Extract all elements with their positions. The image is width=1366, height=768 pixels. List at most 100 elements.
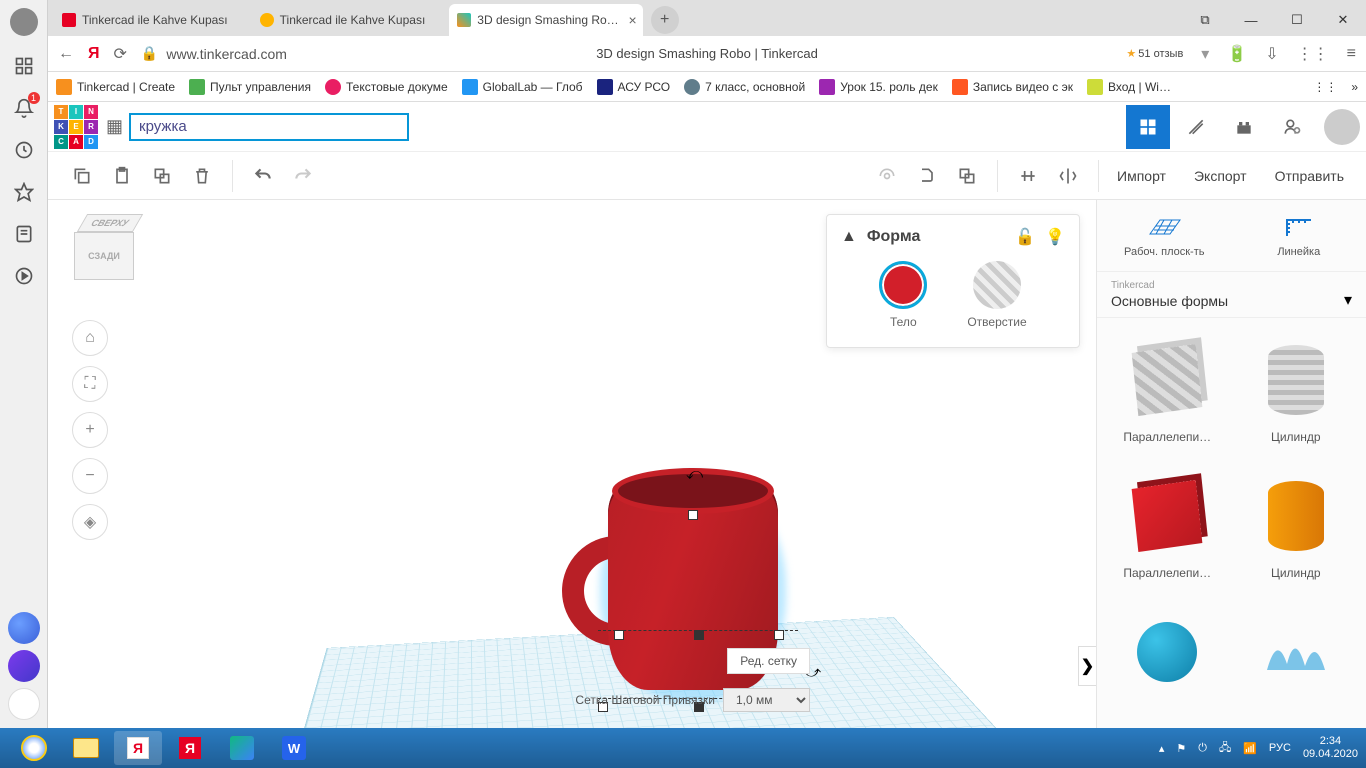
extensions-icon[interactable]: ⋮⋮	[1297, 44, 1329, 64]
bookmark-item[interactable]: Вход | Wi…	[1087, 79, 1171, 95]
paste-button[interactable]	[104, 158, 140, 194]
profile-avatar[interactable]	[10, 8, 38, 36]
browser-tab[interactable]: Tinkercad ile Kahve Kupası	[54, 4, 252, 36]
alice-assistant-icon[interactable]	[8, 612, 40, 644]
shape-box-solid[interactable]: Параллелепи…	[1105, 466, 1230, 594]
ungroup-button[interactable]	[949, 158, 985, 194]
clock[interactable]: 2:34 09.04.2020	[1303, 735, 1358, 761]
bookmark-item[interactable]: GlobalLab — Глоб	[462, 79, 583, 95]
bookmark-item[interactable]: Tinkercad | Create	[56, 79, 175, 95]
shape-cylinder-hole[interactable]: Цилиндр	[1234, 330, 1359, 458]
ortho-view-button[interactable]: ◈	[72, 504, 108, 540]
share-user-button[interactable]	[1270, 105, 1314, 149]
bookmark-extensions-icon[interactable]: ⋮⋮	[1313, 80, 1337, 94]
minimize-icon[interactable]: —	[1228, 4, 1274, 36]
network-icon[interactable]: 🖧	[1219, 739, 1231, 758]
ie-icon[interactable]	[10, 731, 58, 765]
alice-skill-icon[interactable]	[8, 650, 40, 682]
viewcube[interactable]: СВЕРХУ СЗАДИ	[72, 214, 142, 284]
3d-canvas[interactable]: СВЕРХУ СЗАДИ ⌂ ⛶ + − ◈	[48, 200, 1096, 728]
tinkercad-logo[interactable]: TIN KER CAD	[54, 105, 98, 149]
bookmark-item[interactable]: АСУ РСО	[597, 79, 671, 95]
zoom-out-button[interactable]: −	[72, 458, 108, 494]
export-button[interactable]: Экспорт	[1180, 168, 1261, 184]
bricks-mode-button[interactable]	[1174, 105, 1218, 149]
browser-tab-active[interactable]: 3D design Smashing Ro…×	[449, 4, 642, 36]
hole-option[interactable]: Отверстие	[967, 261, 1026, 329]
bookmark-overflow-icon[interactable]: »	[1351, 80, 1358, 94]
star-icon[interactable]	[12, 180, 36, 204]
history-icon[interactable]	[12, 138, 36, 162]
selection-handle[interactable]	[774, 630, 784, 640]
delete-button[interactable]	[184, 158, 220, 194]
edit-name-icon[interactable]: ▦	[106, 116, 123, 137]
reload-icon[interactable]: ⟳	[114, 44, 127, 64]
tray-chevron-icon[interactable]: ▴	[1159, 742, 1165, 755]
ruler-tool[interactable]: Линейка	[1232, 200, 1366, 271]
shape-sphere[interactable]	[1105, 602, 1230, 716]
copy-button[interactable]	[64, 158, 100, 194]
selection-handle[interactable]	[688, 510, 698, 520]
collapse-panel-button[interactable]: ❯	[1078, 646, 1096, 686]
visibility-button[interactable]	[869, 158, 905, 194]
bookmark-item[interactable]: Урок 15. роль дек	[819, 79, 938, 95]
flag-icon[interactable]: ⚑	[1176, 742, 1186, 755]
shape-box-hole[interactable]: Параллелепи…	[1105, 330, 1230, 458]
shape-category-picker[interactable]: Tinkercad Основные формы ▾	[1097, 272, 1366, 318]
undo-button[interactable]	[245, 158, 281, 194]
bell-icon[interactable]: 1	[12, 96, 36, 120]
edit-grid-button[interactable]: Ред. сетку	[727, 648, 810, 674]
align-button[interactable]	[1010, 158, 1046, 194]
collections-icon[interactable]	[12, 222, 36, 246]
browser-tab[interactable]: Tinkercad ile Kahve Kupası	[252, 4, 450, 36]
home-view-button[interactable]: ⌂	[72, 320, 108, 356]
downloads-icon[interactable]: ⇩	[1265, 44, 1278, 64]
import-button[interactable]: Импорт	[1103, 168, 1180, 184]
selection-handle[interactable]	[694, 630, 704, 640]
bookmark-item[interactable]: Текстовые докуме	[325, 79, 448, 95]
language-indicator[interactable]: РУС	[1269, 742, 1291, 754]
shape-organic[interactable]	[1234, 602, 1359, 716]
system-tray[interactable]: ▴ ⚑ ⏻ 🖧 📶 РУС 2:34 09.04.2020	[1159, 735, 1358, 761]
selection-handle[interactable]	[614, 630, 624, 640]
zoom-in-button[interactable]: +	[72, 412, 108, 448]
lock-icon[interactable]: 🔓	[1015, 227, 1035, 247]
solid-option[interactable]: Тело	[879, 261, 927, 329]
bookmark-item[interactable]: Запись видео с эк	[952, 79, 1073, 95]
mirror-button[interactable]	[1050, 158, 1086, 194]
yandex-icon[interactable]	[8, 688, 40, 720]
bookmark-item[interactable]: 7 класс, основной	[684, 79, 805, 95]
workplane-tool[interactable]: Рабоч. плоск-ть	[1097, 200, 1232, 271]
lego-mode-button[interactable]	[1222, 105, 1266, 149]
pip-icon[interactable]: ⧉	[1182, 4, 1228, 36]
shape-cylinder-solid[interactable]: Цилиндр	[1234, 466, 1359, 594]
snap-select[interactable]: 1,0 мм	[723, 688, 810, 712]
bulb-icon[interactable]: 💡	[1045, 227, 1065, 247]
user-avatar[interactable]	[1324, 109, 1360, 145]
yandex-browser-icon[interactable]: Я	[114, 731, 162, 765]
maximize-icon[interactable]: ☐	[1274, 4, 1320, 36]
share-button[interactable]: Отправить	[1261, 168, 1358, 184]
duplicate-button[interactable]	[144, 158, 180, 194]
bookmark-icon[interactable]: ▾	[1201, 44, 1209, 64]
bookmark-item[interactable]: Пульт управления	[189, 79, 311, 95]
menu-icon[interactable]: ≡	[1347, 45, 1356, 63]
redo-button[interactable]	[285, 158, 321, 194]
collapse-icon[interactable]: ▲	[841, 228, 857, 246]
new-tab-button[interactable]: +	[651, 6, 679, 34]
word-icon[interactable]: W	[270, 731, 318, 765]
design-name-input[interactable]	[129, 113, 409, 141]
power-icon[interactable]: ⏻	[1198, 742, 1207, 755]
fit-view-button[interactable]: ⛶	[72, 366, 108, 402]
blocks-mode-button[interactable]	[1126, 105, 1170, 149]
reviews-badge[interactable]: ★51 отзыв	[1126, 47, 1183, 60]
yandex-logo-icon[interactable]: Я	[88, 45, 100, 63]
battery-icon[interactable]: 🔋	[1227, 44, 1247, 64]
app-icon[interactable]	[218, 731, 266, 765]
play-icon[interactable]	[12, 264, 36, 288]
group-button[interactable]	[909, 158, 945, 194]
apps-icon[interactable]	[12, 54, 36, 78]
wifi-icon[interactable]: 📶	[1243, 742, 1257, 755]
back-icon[interactable]: ←	[58, 45, 74, 63]
window-close-icon[interactable]: ✕	[1320, 4, 1366, 36]
